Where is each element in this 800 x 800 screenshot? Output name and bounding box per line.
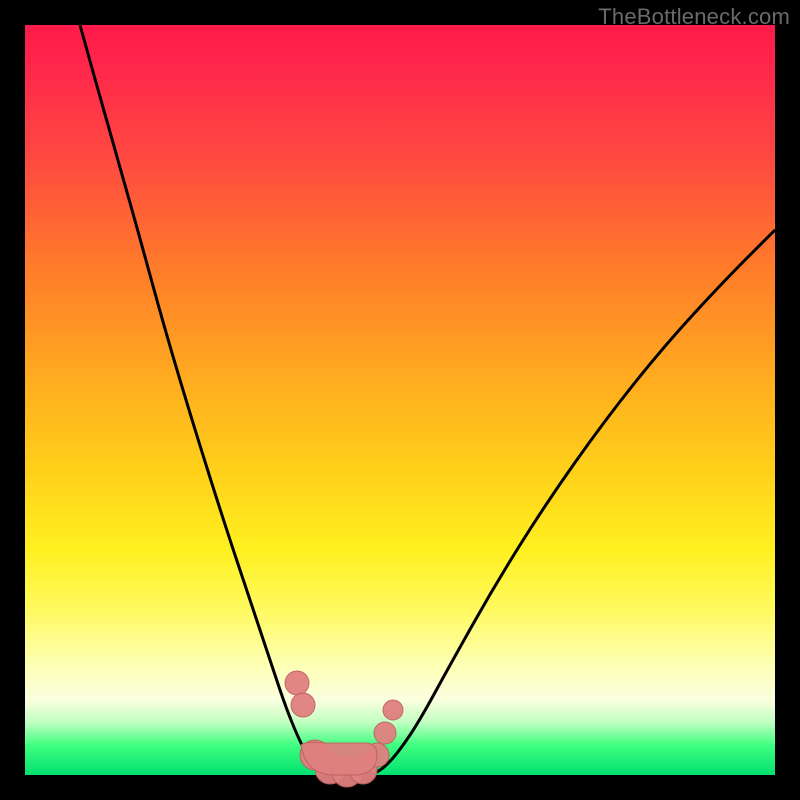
marker-dot [285,671,309,695]
left-curve-path [80,25,322,772]
chart-svg [25,25,775,775]
marker-dot [374,722,396,744]
right-curve-path [375,230,775,773]
watermark-label: TheBottleneck.com [598,4,790,30]
marker-dot [291,693,315,717]
marker-dot [383,700,403,720]
